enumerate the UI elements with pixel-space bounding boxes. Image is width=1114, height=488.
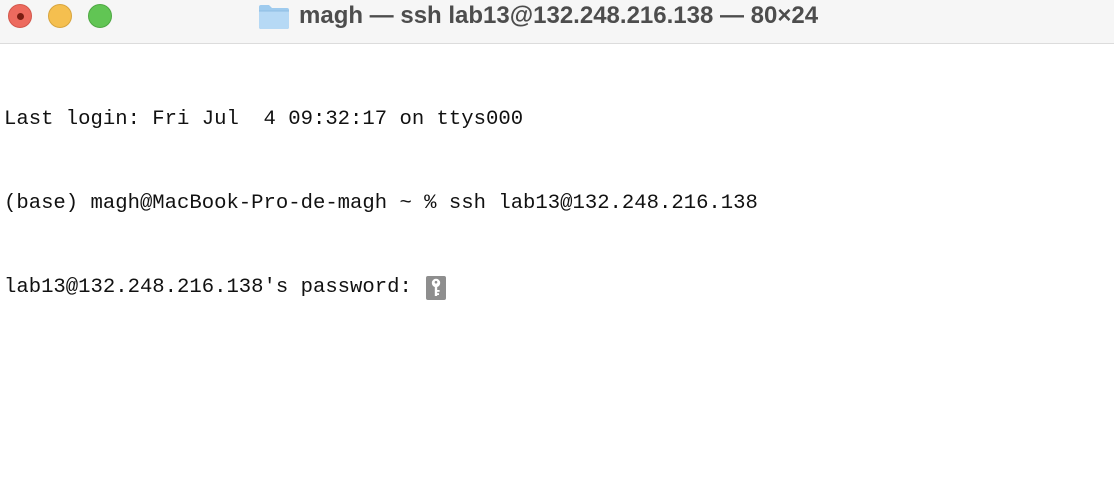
window-title: magh — ssh lab13@132.248.216.138 — 80×24 bbox=[258, 0, 818, 32]
terminal-line-text: (base) magh@MacBook-Pro-de-magh ~ % ssh … bbox=[4, 192, 758, 215]
password-prompt: lab13@132.248.216.138's password: bbox=[4, 276, 425, 299]
close-button[interactable] bbox=[8, 4, 32, 28]
terminal-line: Last login: Fri Jul 4 09:32:17 on ttys00… bbox=[4, 106, 758, 134]
title-bar[interactable]: magh — ssh lab13@132.248.216.138 — 80×24 bbox=[0, 0, 1114, 44]
close-icon bbox=[16, 12, 24, 20]
password-cursor[interactable] bbox=[426, 276, 447, 300]
terminal-output[interactable]: Last login: Fri Jul 4 09:32:17 on ttys00… bbox=[4, 50, 758, 358]
minimize-button[interactable] bbox=[48, 4, 72, 28]
folder-icon bbox=[259, 5, 289, 29]
key-icon bbox=[431, 278, 441, 296]
terminal-line: lab13@132.248.216.138's password: bbox=[4, 274, 758, 302]
zoom-button[interactable] bbox=[88, 4, 112, 28]
terminal-line-text: Last login: Fri Jul 4 09:32:17 on ttys00… bbox=[4, 108, 524, 131]
window-title-text: magh — ssh lab13@132.248.216.138 — 80×24 bbox=[299, 2, 819, 29]
terminal-window: magh — ssh lab13@132.248.216.138 — 80×24… bbox=[0, 0, 1114, 488]
terminal-line: (base) magh@MacBook-Pro-de-magh ~ % ssh … bbox=[4, 190, 758, 218]
